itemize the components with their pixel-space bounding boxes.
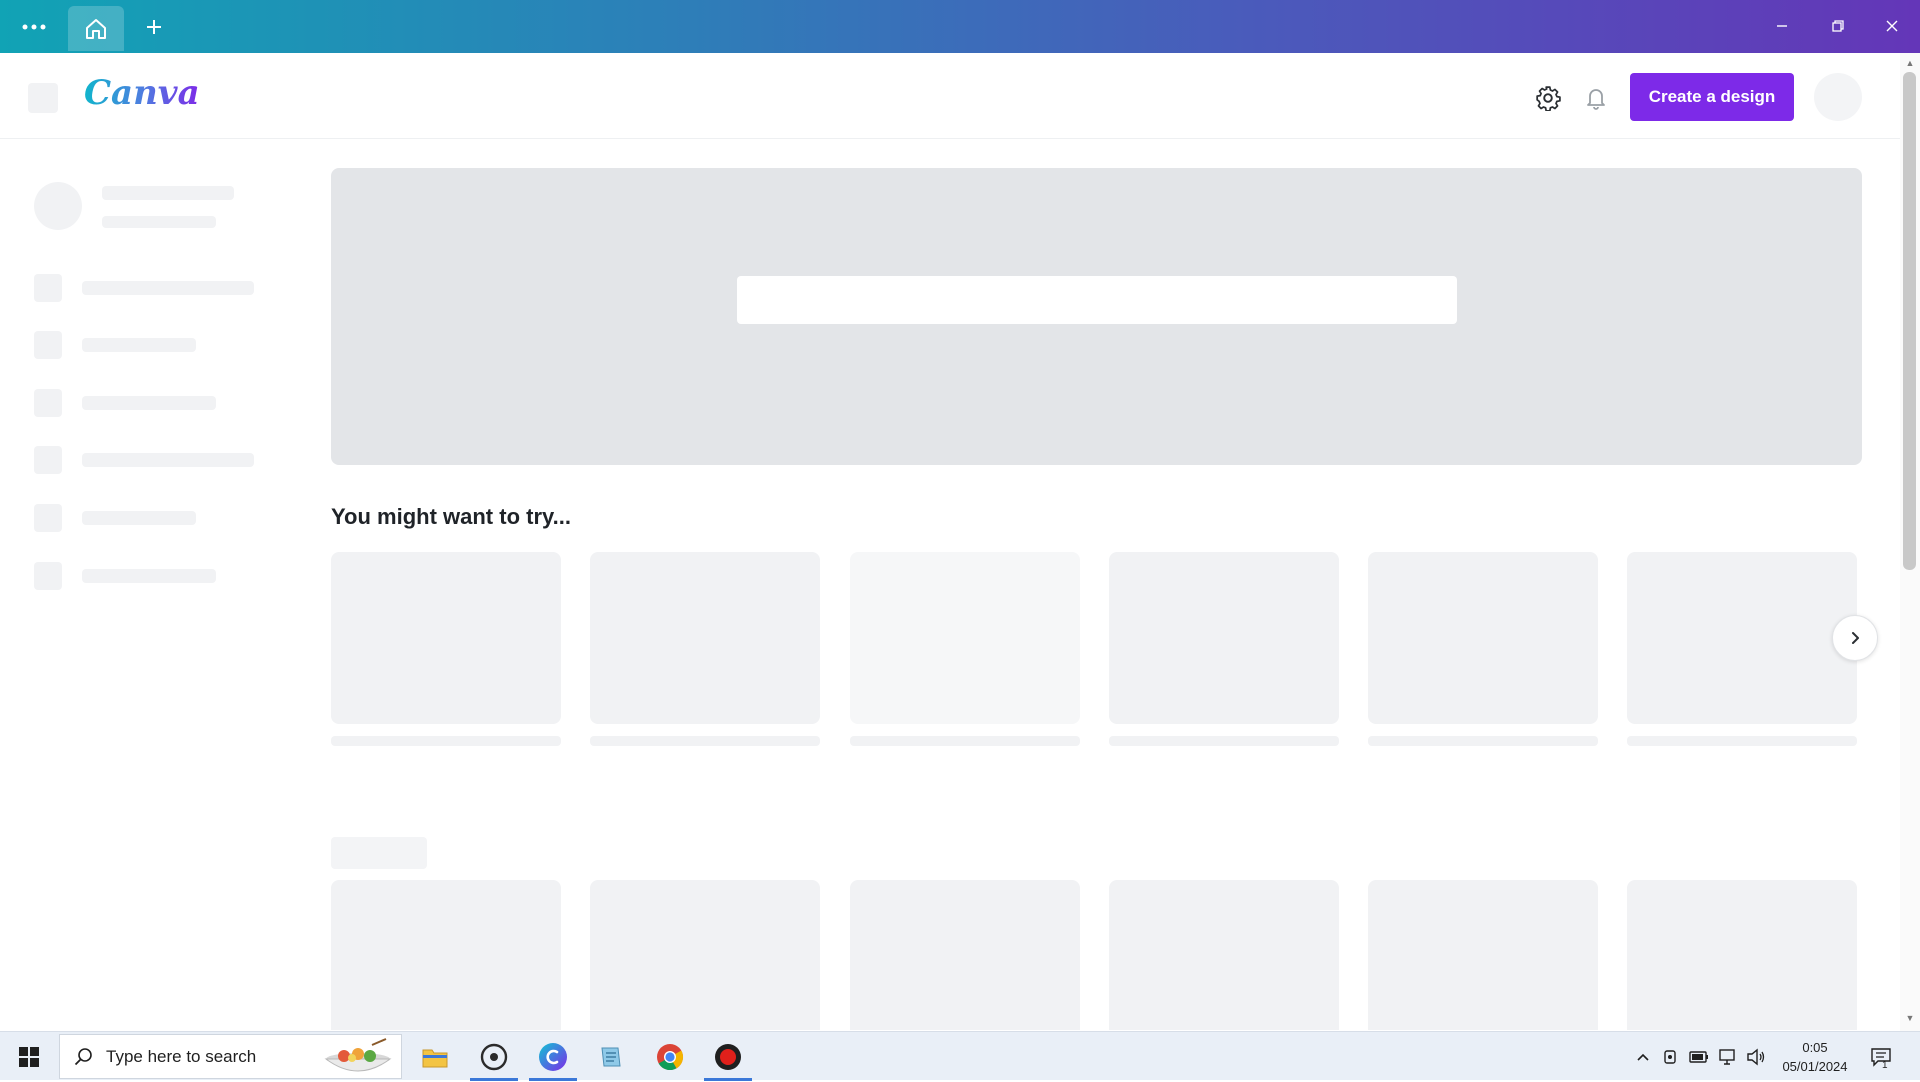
action-center-button[interactable] [1866,1044,1896,1070]
suggestion-card-label-skeleton [1627,736,1857,746]
taskbar-canva-app[interactable] [525,1032,581,1081]
menu-toggle-placeholder[interactable] [28,83,58,113]
suggestion-card[interactable] [331,552,561,724]
battery-status[interactable] [1688,1046,1710,1068]
close-button[interactable] [1866,8,1918,44]
gear-icon [1536,86,1561,111]
suggestion-card-label-skeleton [590,736,820,746]
taskbar-media-app[interactable] [466,1032,522,1081]
sidebar-item-label-skeleton [82,338,196,352]
home-tab[interactable] [68,6,124,51]
clock-time: 0:05 [1802,1040,1828,1055]
app-header: Canva Create a design [0,53,1900,139]
suggestion-card-label-skeleton [850,736,1080,746]
browser-titlebar [0,0,1920,53]
chrome-icon [657,1043,684,1070]
sidebar-item-icon-skeleton [34,562,62,590]
search-highlight-bowl-icon [322,1037,394,1077]
sidebar-item-icon-skeleton [34,446,62,474]
scroll-up-arrow-icon[interactable]: ▲ [1904,57,1916,69]
sidebar-item-icon-skeleton [34,504,62,532]
windows-taskbar: Type here to search 0:05 05/01/2024 1 [0,1031,1920,1081]
windows-logo-icon [19,1046,39,1067]
chevron-up-icon [1637,1053,1649,1061]
profile-subtitle-skeleton [102,216,216,228]
media-icon [480,1043,508,1070]
taskbar-search-box[interactable]: Type here to search [59,1034,402,1079]
profile-avatar-skeleton [34,182,82,230]
record-icon [715,1043,741,1070]
suggestion-card-label-skeleton [331,736,561,746]
scrollbar-thumb[interactable] [1903,72,1916,570]
bell-icon [1587,89,1605,110]
sidebar-item-label-skeleton [82,511,196,525]
profile-name-skeleton [102,186,234,200]
notifications-button[interactable] [1575,77,1617,119]
meet-now-button[interactable] [1660,1046,1682,1068]
search-bar-skeleton[interactable] [737,276,1457,324]
new-tab-button[interactable] [132,8,176,46]
close-icon [1886,20,1898,32]
design-card[interactable] [1368,880,1598,1030]
section-title: You might want to try... [331,504,571,529]
design-card[interactable] [1109,880,1339,1030]
scroll-down-arrow-icon[interactable]: ▼ [1904,1012,1916,1024]
sidebar-item-label-skeleton [82,453,254,467]
notepad-icon [601,1047,621,1066]
taskbar-chrome-app[interactable] [642,1032,698,1081]
section-title-skeleton [331,837,427,869]
sidebar-item-icon-skeleton [34,389,62,417]
home-icon [86,18,106,39]
canva-icon [539,1042,567,1071]
carousel-next-button[interactable] [1832,615,1878,661]
design-card[interactable] [590,880,820,1030]
settings-button[interactable] [1527,77,1569,119]
suggestion-card[interactable] [1109,552,1339,724]
start-button[interactable] [0,1032,58,1081]
sidebar-item-label-skeleton [82,569,216,583]
taskbar-search-placeholder: Type here to search [106,1047,257,1066]
meet-icon [1664,1050,1676,1064]
minimize-icon [1777,25,1787,27]
more-dots-icon[interactable] [12,8,56,46]
show-hidden-icons-button[interactable] [1632,1046,1654,1068]
network-icon [1719,1049,1735,1065]
design-card[interactable] [1627,880,1857,1030]
network-status[interactable] [1717,1046,1739,1068]
notification-icon [1871,1048,1891,1067]
taskbar-clock[interactable]: 0:05 05/01/2024 [1772,1038,1858,1076]
avatar[interactable] [1814,73,1862,121]
file-explorer-icon [422,1049,448,1067]
taskbar-file-explorer[interactable] [407,1032,463,1081]
design-card[interactable] [331,880,561,1030]
minimize-button[interactable] [1756,8,1808,44]
restore-icon [1832,20,1844,32]
sidebar-item-label-skeleton [82,396,216,410]
design-card[interactable] [850,880,1080,1030]
suggestion-card[interactable] [590,552,820,724]
sidebar-item-label-skeleton [82,281,254,295]
suggestion-card[interactable] [850,552,1080,724]
suggestion-card-label-skeleton [1109,736,1339,746]
sidebar-item-icon-skeleton [34,331,62,359]
canva-logo[interactable]: Canva [84,73,200,113]
volume-control[interactable] [1745,1046,1767,1068]
suggestion-card[interactable] [1627,552,1857,724]
volume-icon [1747,1048,1765,1066]
taskbar-notepad-app[interactable] [583,1032,639,1081]
search-icon [74,1047,94,1072]
clock-date: 05/01/2024 [1782,1059,1848,1074]
taskbar-recorder-app[interactable] [700,1032,756,1081]
battery-icon [1689,1051,1708,1063]
restore-button[interactable] [1812,8,1864,44]
suggestion-card-label-skeleton [1368,736,1598,746]
suggestion-card[interactable] [1368,552,1598,724]
create-design-button[interactable]: Create a design [1630,73,1794,121]
chevron-right-icon [1852,632,1859,644]
plus-icon [147,20,161,34]
sidebar-item-icon-skeleton [34,274,62,302]
notification-count-badge: 1 [1882,1060,1888,1071]
